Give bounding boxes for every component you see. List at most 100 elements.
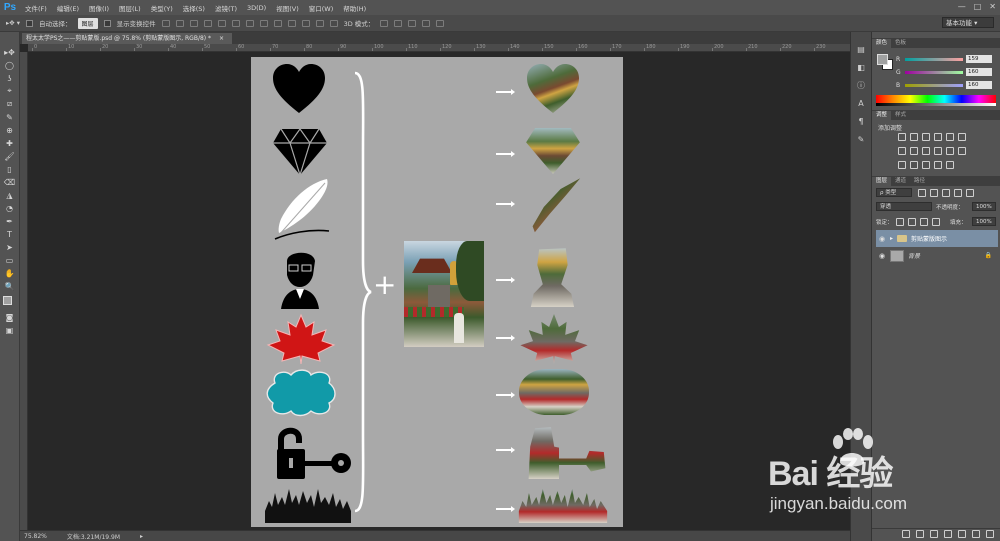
- blue-value[interactable]: 160: [966, 81, 992, 89]
- distribute-right-icon[interactable]: [315, 19, 324, 27]
- distribute-hcenter-icon[interactable]: [301, 19, 310, 27]
- layer-name[interactable]: 背景: [908, 251, 920, 260]
- paragraph-icon[interactable]: ¶: [855, 116, 867, 126]
- eyedropper-tool-icon[interactable]: ✎: [3, 111, 17, 123]
- character-icon[interactable]: A: [855, 98, 867, 108]
- tab-channels[interactable]: 通道: [891, 177, 910, 186]
- hue-saturation-icon[interactable]: [898, 147, 906, 155]
- color-swatches[interactable]: [2, 296, 17, 310]
- filter-adjustment-icon[interactable]: [930, 189, 938, 197]
- canvas-area[interactable]: +: [28, 52, 850, 530]
- tab-styles[interactable]: 样式: [891, 111, 910, 120]
- gradient-adjust-icon[interactable]: [946, 161, 954, 169]
- distribute-vcenter-icon[interactable]: [259, 19, 268, 27]
- red-slider[interactable]: [905, 57, 963, 61]
- distribute-left-icon[interactable]: [287, 19, 296, 27]
- new-layer-icon[interactable]: [972, 530, 980, 538]
- color-balance-icon[interactable]: [910, 147, 918, 155]
- align-left-icon[interactable]: [203, 19, 212, 27]
- document-tab[interactable]: 程太太学PS之——剪贴蒙版.psd @ 75.8% (剪贴蒙版图示, RGB/8…: [22, 33, 232, 44]
- brush-tool-icon[interactable]: 🖌: [3, 150, 17, 162]
- marquee-tool-icon[interactable]: ◯: [3, 59, 17, 71]
- new-group-icon[interactable]: [958, 530, 966, 538]
- red-value[interactable]: 159: [966, 55, 992, 63]
- horizontal-ruler[interactable]: 0 10 20 30 40 50 60 70 80 90 100 110 120 130 140 150 160…: [28, 44, 850, 52]
- menu-view[interactable]: 视图(V): [271, 3, 304, 13]
- status-menu-arrow[interactable]: ▸: [140, 533, 143, 540]
- curves-icon[interactable]: [922, 133, 930, 141]
- shape-tool-icon[interactable]: ▭: [3, 254, 17, 266]
- close-window-button[interactable]: ✕: [989, 2, 996, 11]
- align-top-icon[interactable]: [161, 19, 170, 27]
- 3d-rotate-icon[interactable]: [380, 19, 389, 27]
- color-spectrum[interactable]: [876, 95, 996, 103]
- delete-layer-icon[interactable]: [986, 530, 994, 538]
- move-tool-icon[interactable]: ▸✥: [3, 46, 17, 58]
- foreground-color-chip[interactable]: [877, 54, 888, 65]
- tab-layers[interactable]: 图层: [872, 177, 892, 186]
- add-mask-icon[interactable]: [930, 530, 938, 538]
- align-hcenter-icon[interactable]: [217, 19, 226, 27]
- align-vcenter-icon[interactable]: [175, 19, 184, 27]
- menu-help[interactable]: 帮助(H): [338, 3, 371, 13]
- zoom-tool-icon[interactable]: 🔍: [3, 280, 17, 292]
- green-value[interactable]: 160: [966, 68, 992, 76]
- screen-mode-icon[interactable]: ▣: [3, 324, 17, 336]
- blend-mode-dropdown[interactable]: 穿透: [876, 202, 932, 211]
- move-tool-icon[interactable]: ▸✥ ▾: [6, 19, 20, 27]
- artboard[interactable]: +: [251, 57, 623, 527]
- type-tool-icon[interactable]: T: [3, 228, 17, 240]
- distribute-bottom-icon[interactable]: [273, 19, 282, 27]
- 3d-scale-icon[interactable]: [436, 19, 445, 27]
- filter-smart-object-icon[interactable]: [966, 189, 974, 197]
- tab-paths[interactable]: 路径: [910, 177, 929, 186]
- history-icon[interactable]: ▤: [855, 44, 867, 54]
- channel-mixer-icon[interactable]: [946, 147, 954, 155]
- posterize-icon[interactable]: [910, 161, 918, 169]
- 3d-pan-icon[interactable]: [408, 19, 417, 27]
- opacity-field[interactable]: 100%: [972, 202, 996, 211]
- eraser-tool-icon[interactable]: ⌫: [3, 176, 17, 188]
- lock-transparent-icon[interactable]: [896, 218, 904, 226]
- photo-filter-icon[interactable]: [934, 147, 942, 155]
- healing-tool-icon[interactable]: ⊕: [3, 124, 17, 136]
- align-right-icon[interactable]: [231, 19, 240, 27]
- visibility-eye-icon[interactable]: ◉: [879, 235, 886, 243]
- menu-window[interactable]: 窗口(W): [304, 3, 339, 13]
- menu-3d[interactable]: 3D(D): [242, 4, 271, 12]
- filter-type-icon[interactable]: [942, 189, 950, 197]
- gradient-map-icon[interactable]: [958, 133, 966, 141]
- auto-select-dropdown[interactable]: 图层: [77, 17, 98, 29]
- exposure-icon[interactable]: [934, 133, 942, 141]
- black-white-icon[interactable]: [922, 147, 930, 155]
- vibrance-icon[interactable]: [946, 133, 954, 141]
- color-lookup-icon[interactable]: [958, 147, 966, 155]
- fill-field[interactable]: 100%: [972, 217, 996, 226]
- workspace-dropdown[interactable]: 基本功能 ▾: [942, 17, 994, 28]
- menu-image[interactable]: 图像(I): [84, 3, 114, 13]
- brightness-icon[interactable]: [898, 133, 906, 141]
- quick-select-tool-icon[interactable]: ⌖: [3, 85, 17, 97]
- maximize-button[interactable]: □: [974, 2, 982, 11]
- auto-select-checkbox[interactable]: [26, 19, 34, 27]
- lock-pixels-icon[interactable]: [908, 218, 916, 226]
- close-document-icon[interactable]: ×: [219, 35, 224, 42]
- tab-adjustments[interactable]: 调整: [872, 111, 892, 120]
- tab-swatches[interactable]: 色板: [891, 39, 910, 48]
- history-brush-tool-icon[interactable]: ▯: [3, 163, 17, 175]
- menu-type[interactable]: 类型(Y): [146, 3, 178, 13]
- expand-chevron-icon[interactable]: ▸: [890, 235, 893, 242]
- hand-tool-icon[interactable]: ✋: [3, 267, 17, 279]
- crop-tool-icon[interactable]: ⧄: [3, 98, 17, 110]
- filter-shape-icon[interactable]: [954, 189, 962, 197]
- layer-row-group[interactable]: ◉ ▸ 剪贴蒙版图示: [876, 230, 998, 247]
- tab-color[interactable]: 颜色: [872, 39, 892, 48]
- fg-bg-color-chips[interactable]: [877, 54, 893, 70]
- distribute-top-icon[interactable]: [245, 19, 254, 27]
- green-slider[interactable]: [905, 70, 963, 74]
- brush-presets-icon[interactable]: ✎: [855, 134, 867, 144]
- info-icon[interactable]: ⓘ: [855, 80, 867, 90]
- vertical-ruler[interactable]: [20, 52, 28, 530]
- clone-stamp-tool-icon[interactable]: ✚: [3, 137, 17, 149]
- path-select-tool-icon[interactable]: ➤: [3, 241, 17, 253]
